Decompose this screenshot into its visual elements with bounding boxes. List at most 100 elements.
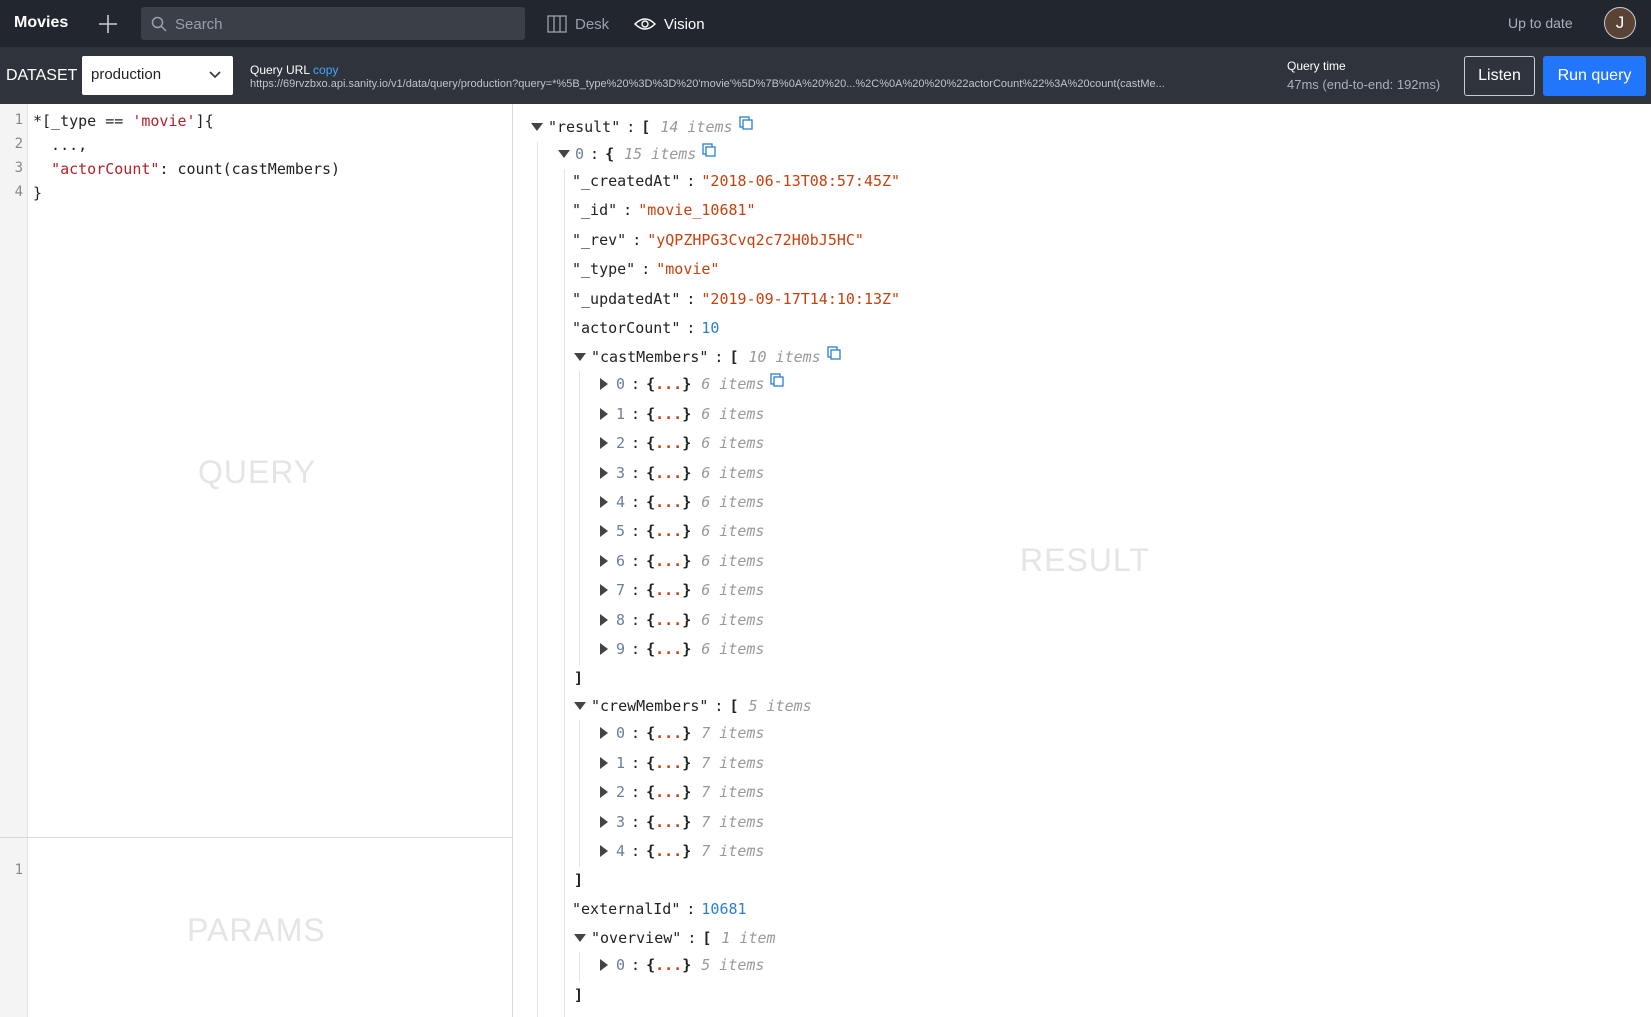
collapsed-item[interactable]: 1: {...} 6 items — [600, 401, 764, 427]
item-count: 7 items — [701, 724, 765, 743]
field-row[interactable]: "_rev": "yQPZHPG3Cvq2c72H0bJ5HC" — [572, 227, 864, 253]
field-value: 10681 — [701, 900, 747, 919]
brace: } — [682, 551, 692, 570]
brace: } — [682, 581, 692, 600]
expand-arrow-icon[interactable] — [600, 727, 608, 740]
expand-arrow-icon[interactable] — [600, 959, 608, 972]
key: "overview" — [591, 929, 682, 948]
collapsed-item[interactable]: 0: {...} 6 items — [600, 371, 785, 397]
collapse-arrow-icon[interactable] — [574, 353, 586, 362]
expand-arrow-icon[interactable] — [600, 378, 608, 391]
expand-arrow-icon[interactable] — [600, 437, 608, 450]
item-index: 1 — [616, 753, 626, 772]
collapsed-item[interactable]: 1: {...} 7 items — [600, 750, 764, 776]
brace: { — [646, 783, 656, 802]
copy-icon[interactable] — [770, 373, 785, 388]
field-row[interactable]: "_id": "movie_10681" — [572, 197, 756, 223]
code-text: *[_type == 'movie']{ — [33, 112, 214, 130]
expand-arrow-icon[interactable] — [600, 466, 608, 479]
colon: : — [687, 929, 697, 948]
copy-url-link[interactable]: copy — [313, 63, 338, 77]
item-count: 7 items — [701, 783, 765, 802]
copy-icon[interactable] — [702, 143, 716, 157]
string-token: "actorCount" — [51, 160, 160, 178]
collapse-arrow-icon[interactable] — [531, 123, 543, 131]
expand-arrow-icon[interactable] — [600, 613, 608, 626]
expand-arrow-icon[interactable] — [600, 643, 608, 655]
expand-arrow-icon[interactable] — [600, 756, 608, 769]
collapse-arrow-icon[interactable] — [574, 934, 586, 943]
collapse-arrow-icon[interactable] — [574, 702, 586, 711]
code-token: *[_type == — [33, 112, 133, 130]
key: "_id" — [572, 201, 618, 220]
app-title[interactable]: Movies — [14, 14, 68, 32]
colon: : — [686, 289, 696, 308]
params-divider[interactable] — [0, 837, 512, 838]
item-index: 9 — [616, 640, 626, 658]
collapsed-item[interactable]: 2: {...} 7 items — [600, 779, 764, 805]
collapsed-item[interactable]: 4: {...} 7 items — [600, 838, 764, 864]
eye-icon — [634, 18, 656, 30]
copy-icon[interactable] — [827, 346, 841, 361]
params-editor[interactable]: 1 — [0, 844, 36, 878]
expand-arrow-icon[interactable] — [600, 496, 608, 508]
expand-arrow-icon[interactable] — [600, 815, 608, 828]
field-row[interactable]: "_createdAt": "2018-06-13T08:57:45Z" — [572, 168, 900, 194]
add-button[interactable] — [96, 12, 120, 36]
ellipsis: ... — [655, 404, 683, 423]
collapsed-item[interactable]: 0: {...} 5 items — [600, 952, 764, 978]
expand-arrow-icon[interactable] — [600, 845, 608, 857]
tree-guide — [579, 371, 580, 666]
collapsed-item[interactable]: 8: {...} 6 items — [600, 607, 764, 633]
close-bracket[interactable]: ] — [574, 867, 583, 893]
collapsed-item[interactable]: 3: {...} 7 items — [600, 809, 764, 835]
search-box[interactable] — [141, 7, 525, 42]
nav-vision[interactable]: Vision — [634, 12, 705, 36]
run-query-button[interactable]: Run query — [1543, 56, 1646, 96]
overview-row[interactable]: "overview": [1 item — [574, 925, 776, 951]
result-root[interactable]: "result": [14 items — [531, 114, 753, 140]
colon: : — [714, 697, 724, 716]
expand-arrow-icon[interactable] — [600, 407, 608, 420]
collapsed-item[interactable]: 4: {...} 6 items — [600, 489, 764, 515]
brace: { — [646, 842, 656, 860]
dataset-select[interactable]: production — [82, 56, 233, 95]
search-icon — [151, 16, 167, 32]
expand-arrow-icon[interactable] — [600, 786, 608, 799]
expand-arrow-icon[interactable] — [600, 554, 608, 567]
close-bracket[interactable]: ] — [574, 982, 583, 1008]
expand-arrow-icon[interactable] — [600, 584, 608, 597]
brace: } — [682, 640, 692, 658]
field-row[interactable]: "_type": "movie" — [572, 256, 719, 282]
result-item[interactable]: 0: {15 items — [558, 141, 716, 167]
collapsed-item[interactable]: 2: {...} 6 items — [600, 430, 764, 456]
expand-arrow-icon[interactable] — [600, 525, 608, 538]
collapsed-item[interactable]: 3: {...} 6 items — [600, 460, 764, 486]
item-index: 4 — [616, 493, 626, 511]
search-input[interactable] — [173, 7, 517, 42]
crewmembers-row[interactable]: "crewMembers": [5 items — [574, 693, 812, 719]
castmembers-row[interactable]: "castMembers": [10 items — [574, 344, 841, 370]
field-value: "movie_10681" — [638, 201, 756, 220]
item-count: 6 items — [701, 610, 765, 629]
collapse-arrow-icon[interactable] — [558, 150, 570, 158]
brace: } — [682, 842, 692, 860]
key: "_updatedAt" — [572, 289, 681, 308]
copy-icon[interactable] — [738, 116, 753, 130]
avatar[interactable]: J — [1604, 7, 1636, 39]
field-row[interactable]: "externalId":10681 — [572, 896, 747, 922]
collapsed-item[interactable]: 0: {...} 7 items — [600, 720, 764, 746]
field-row[interactable]: "actorCount":10 — [572, 315, 719, 341]
colon: : — [686, 900, 696, 919]
params-ghost-label: PARAMS — [187, 912, 326, 948]
bracket: [ — [729, 697, 739, 716]
close-bracket[interactable]: ] — [574, 665, 583, 691]
item-count: 6 items — [701, 581, 765, 600]
collapsed-item[interactable]: 7: {...} 6 items — [600, 577, 764, 603]
collapsed-item[interactable]: 6: {...} 6 items — [600, 548, 764, 574]
field-row[interactable]: "_updatedAt": "2019-09-17T14:10:13Z" — [572, 286, 900, 312]
collapsed-item[interactable]: 5: {...} 6 items — [600, 518, 764, 544]
nav-desk[interactable]: Desk — [547, 12, 609, 36]
collapsed-item[interactable]: 9: {...} 6 items — [600, 636, 764, 662]
listen-button[interactable]: Listen — [1464, 56, 1535, 96]
